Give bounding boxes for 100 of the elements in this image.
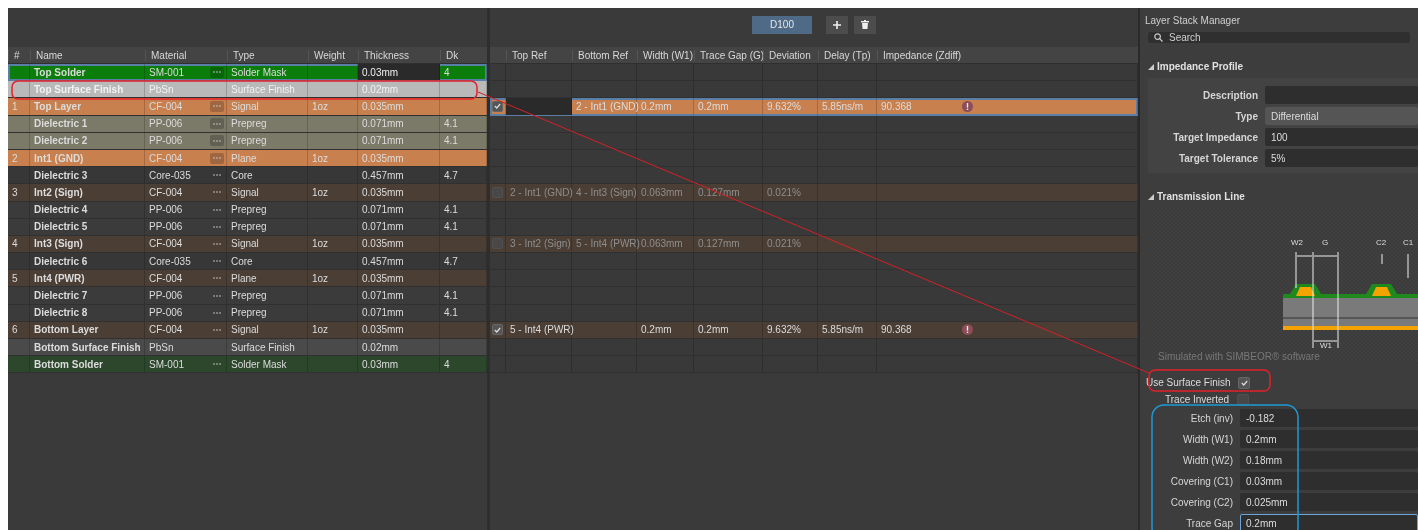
input-field[interactable]: 0.18mm (1240, 451, 1418, 469)
table-cell: 4.1 (444, 221, 458, 233)
table-cell: 4 (444, 358, 450, 370)
column-header[interactable]: Type (227, 49, 308, 61)
ellipsis-icon (213, 208, 221, 211)
ellipsis-icon (213, 277, 221, 280)
layer-row[interactable]: Dielectric 3 Core-035 Core 0.457mm 4.7 (8, 167, 487, 185)
ellipsis-icon (213, 105, 221, 108)
collapse-icon[interactable] (1148, 193, 1154, 200)
field-label: Etch (inv) (1189, 412, 1233, 424)
table-cell: 4 - Int3 (Sign) (576, 186, 637, 198)
table-cell: 0.035mm (362, 238, 404, 250)
table-cell: 5 (12, 272, 18, 284)
add-button[interactable] (826, 15, 848, 34)
table-cell: Int3 (Sign) (34, 238, 83, 250)
checkbox[interactable] (1238, 376, 1251, 389)
table-cell: 0.035mm (362, 324, 404, 336)
ellipsis-icon (213, 311, 221, 314)
column-header[interactable]: Bottom Ref (572, 49, 637, 61)
checkbox[interactable] (1237, 393, 1250, 406)
column-header[interactable]: Thickness (358, 49, 440, 61)
table-cell: Int4 (PWR) (34, 272, 85, 284)
table-cell: 1 (12, 100, 18, 112)
more-button[interactable] (210, 118, 224, 130)
table-cell: Bottom Layer (34, 324, 99, 336)
input-field[interactable]: 0.025mm (1240, 493, 1418, 511)
table-cell: Surface Finish (231, 83, 295, 95)
layer-row[interactable]: 5 Int4 (PWR) CF-004 Plane 1oz 0.035mm (8, 270, 487, 288)
table-cell: Bottom Surface Finish (34, 341, 141, 353)
table-cell: 5 - Int4 (PWR) (576, 238, 640, 250)
dropdown[interactable]: Differential (1265, 107, 1418, 125)
ellipsis-icon (213, 71, 221, 74)
table-cell: Prepreg (231, 135, 267, 147)
more-button[interactable] (210, 100, 224, 112)
input-field[interactable]: -0.182 (1240, 409, 1418, 427)
checkbox[interactable] (492, 100, 503, 112)
layer-row[interactable]: Bottom Solder SM-001 Solder Mask 0.03mm 4 (8, 356, 487, 374)
table-cell: 0.03mm (362, 358, 399, 370)
layer-row[interactable]: Dielectric 6 Core-035 Core 0.457mm 4.7 (8, 253, 487, 271)
ellipsis-icon (213, 225, 221, 228)
table-cell: PbSn (149, 341, 174, 353)
section-heading[interactable]: Transmission Line (1157, 191, 1245, 202)
column-header[interactable]: Material (145, 49, 227, 61)
table-cell: 0.457mm (362, 255, 404, 267)
table-cell: 3 (12, 186, 18, 198)
table-cell: 0.071mm (362, 221, 404, 233)
table-cell: Signal (231, 238, 259, 250)
ellipsis-icon (213, 242, 221, 245)
warning-icon (961, 324, 973, 336)
table-cell: 0.071mm (362, 290, 404, 302)
column-header[interactable]: Deviation (763, 49, 818, 61)
input-field[interactable]: 0.2mm (1240, 514, 1418, 530)
table-cell: Dielectric 7 (34, 290, 88, 302)
table-cell: PP-006 (149, 204, 183, 216)
dimension-label: G (1321, 238, 1329, 247)
table-cell: 90.368 (881, 100, 912, 112)
table-cell: PP-006 (149, 307, 183, 319)
column-header[interactable]: # (8, 49, 30, 61)
table-cell: 0.127mm (698, 238, 740, 250)
more-button[interactable] (210, 135, 224, 147)
trash-icon (861, 20, 869, 29)
column-header[interactable]: Width (W1) (637, 49, 694, 61)
collapse-icon[interactable] (1148, 63, 1154, 70)
table-cell: Prepreg (231, 307, 267, 319)
table-cell: 0.035mm (362, 152, 404, 164)
table-cell: 90.368 (881, 324, 912, 336)
table-cell: 0.071mm (362, 307, 404, 319)
table-cell: 9.632% (767, 324, 801, 336)
table-cell: 4.7 (444, 169, 458, 181)
table-cell: 0.021% (767, 238, 801, 250)
input-field[interactable]: 0.03mm (1240, 472, 1418, 490)
table-cell: CF-004 (149, 272, 183, 284)
input-field[interactable] (506, 98, 572, 115)
table-cell: CF-004 (149, 152, 183, 164)
tab[interactable]: D100 (752, 15, 812, 34)
table-cell: CF-004 (149, 324, 183, 336)
table-cell: Int2 (Sign) (34, 186, 83, 198)
column-header[interactable]: Top Ref (506, 49, 572, 61)
search-field[interactable]: Search (1148, 32, 1410, 43)
column-header[interactable]: Trace Gap (G) (694, 49, 763, 61)
column-header[interactable]: Name (30, 49, 145, 61)
column-header[interactable]: Delay (Tp) (818, 49, 877, 61)
table-cell: 5.85ns/m (822, 324, 864, 336)
section-heading[interactable]: Impedance Profile (1157, 61, 1244, 72)
column-header[interactable]: Weight (308, 49, 358, 61)
layer-row[interactable]: Bottom Surface Finish PbSn Surface Finish 0.02mm (8, 339, 487, 357)
layer-row[interactable]: Dielectric 7 PP-006 Prepreg 0.071mm 4.1 (8, 287, 487, 305)
table-cell: 1oz (312, 186, 329, 198)
more-button[interactable] (210, 152, 224, 164)
field-label: Target Tolerance (1177, 152, 1258, 164)
input-field[interactable]: 5% (1265, 149, 1418, 167)
layer-row[interactable]: 3 Int2 (Sign) CF-004 Signal 1oz 0.035mm (8, 184, 487, 202)
table-cell: 4.1 (444, 118, 458, 130)
more-button[interactable] (210, 66, 224, 78)
input-field[interactable]: 100 (1265, 128, 1418, 146)
checkbox[interactable] (492, 324, 503, 336)
table-cell: Signal (231, 186, 259, 198)
table-cell: CF-004 (149, 238, 183, 250)
delete-button[interactable] (854, 15, 876, 34)
input-field[interactable]: 0.2mm (1240, 430, 1418, 448)
